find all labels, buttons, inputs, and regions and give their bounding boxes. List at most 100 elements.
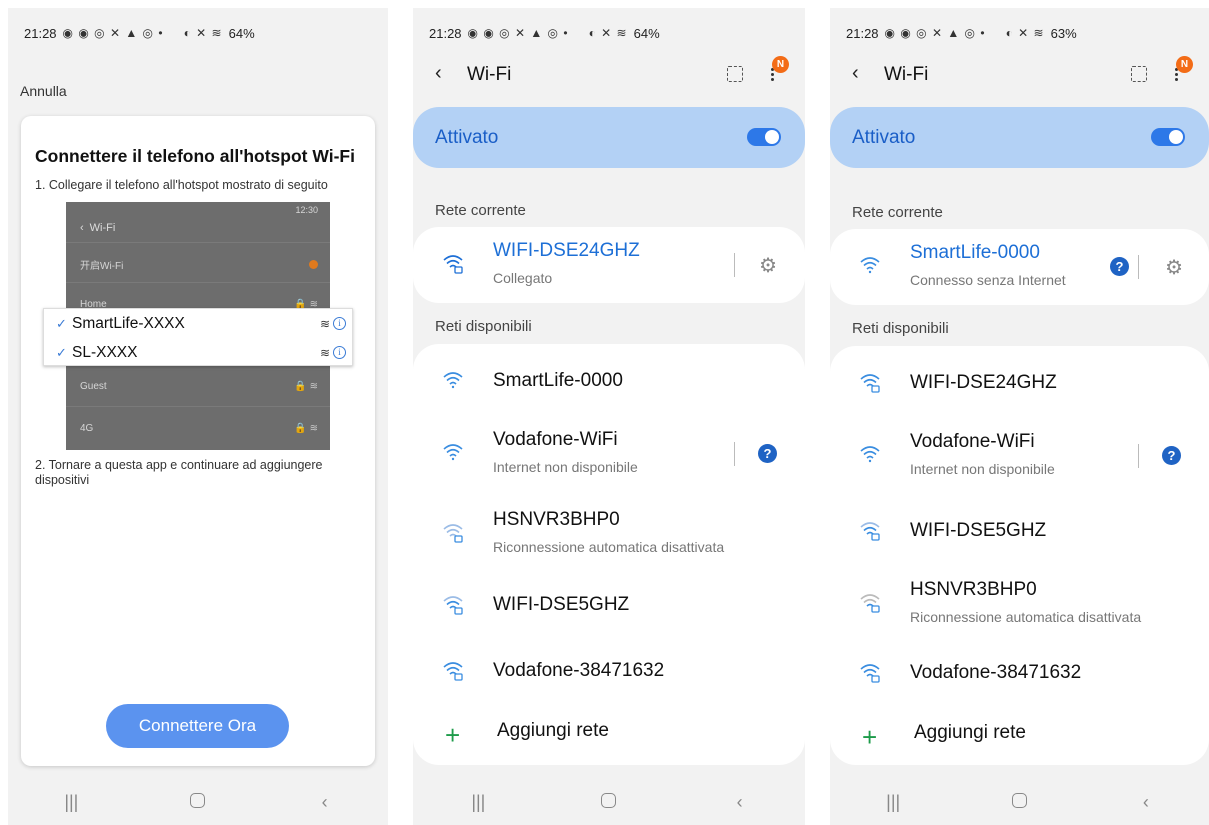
- status-time: 21:28: [846, 25, 879, 41]
- mock-back-icon: ‹: [80, 222, 84, 234]
- network-row[interactable]: WIFI-DSE5GHZ: [413, 568, 805, 644]
- wifi-lock-icon: [860, 522, 880, 541]
- back-chevron-icon[interactable]: ‹: [435, 62, 442, 85]
- available-networks-heading: Reti disponibili: [852, 320, 949, 337]
- wifi-toggle-bar[interactable]: Attivato: [413, 107, 805, 168]
- back-icon[interactable]: ‹: [710, 792, 770, 813]
- info-icon: i: [333, 346, 346, 359]
- wifi-switch[interactable]: [1151, 128, 1185, 146]
- current-network-heading: Rete corrente: [435, 202, 526, 219]
- notification-icons: ◉ ◉ ◎ ✕ ▲ ◎ •: [884, 26, 986, 40]
- mock-wifi-on-row: 开启Wi-Fi: [66, 246, 330, 282]
- qr-scan-icon[interactable]: [1131, 66, 1147, 82]
- mock-guest-row: Guest 🔒 ≋: [66, 368, 330, 404]
- system-nav-bar: ||| ‹: [830, 779, 1209, 825]
- back-chevron-icon[interactable]: ‹: [852, 62, 859, 85]
- mock-4g-row: 4G 🔒 ≋: [66, 410, 330, 446]
- wifi-switch[interactable]: [747, 128, 781, 146]
- network-row[interactable]: Vodafone-WiFi Internet non disponibile ?: [830, 418, 1209, 494]
- page-title: Wi-Fi: [467, 64, 512, 85]
- recent-apps-icon[interactable]: |||: [41, 792, 101, 813]
- network-row[interactable]: SmartLife-0000: [413, 344, 805, 420]
- network-name: WIFI-DSE24GHZ: [493, 240, 640, 261]
- network-status: Riconnessione automatica disattivata: [493, 539, 725, 555]
- network-name: Vodafone-WiFi: [910, 431, 1035, 452]
- battery-level: 64%: [633, 25, 660, 41]
- recent-apps-icon[interactable]: |||: [863, 792, 923, 813]
- notification-badge: N: [1176, 56, 1193, 73]
- network-row[interactable]: Vodafone-WiFi Internet non disponibile ?: [413, 416, 805, 492]
- wifi-toggle-bar[interactable]: Attivato: [830, 107, 1209, 168]
- connect-now-button[interactable]: Connettere Ora: [106, 704, 289, 748]
- network-row[interactable]: Vodafone-38471632: [413, 634, 805, 710]
- step-1-text: 1. Collegare il telefono all'hotspot mos…: [35, 178, 328, 192]
- wifi-icon: ≋: [319, 345, 330, 360]
- network-name: Vodafone-38471632: [493, 660, 665, 681]
- help-icon[interactable]: ?: [758, 444, 777, 463]
- mock-wifi-on-label: 开启Wi-Fi: [80, 260, 124, 272]
- status-bar: 21:28 ◉ ◉ ◎ ✕ ▲ ◎ • ◐ ✕ ≋ 64%: [429, 22, 795, 44]
- network-name: WIFI-DSE5GHZ: [910, 520, 1047, 541]
- recent-apps-icon[interactable]: |||: [448, 792, 508, 813]
- home-icon[interactable]: [579, 792, 639, 813]
- network-name: WIFI-DSE24GHZ: [910, 372, 1057, 393]
- phone-screen-wifi-list-1: 21:28 ◉ ◉ ◎ ✕ ▲ ◎ • ◐ ✕ ≋ 64% ‹ Wi-Fi N …: [413, 8, 805, 825]
- network-status: Internet non disponibile: [493, 459, 638, 475]
- network-row[interactable]: HSNVR3BHP0 Riconnessione automatica disa…: [830, 566, 1209, 642]
- wifi-lock-icon: [860, 664, 880, 683]
- back-icon[interactable]: ‹: [295, 792, 355, 813]
- popup-item-smartlife: ✓ SmartLife-XXXX ≋ i: [44, 309, 352, 338]
- add-network-row[interactable]: + Aggiungi rete: [413, 702, 805, 764]
- wifi-icon: [860, 257, 880, 274]
- cancel-link[interactable]: Annulla: [20, 83, 67, 99]
- network-name: WIFI-DSE5GHZ: [493, 594, 630, 615]
- wifi-lock-icon: [443, 255, 463, 274]
- system-nav-bar: ||| ‹: [413, 779, 805, 825]
- current-network-group: SmartLife-0000 Connesso senza Internet ?…: [830, 229, 1209, 305]
- notification-icons: ◉ ◉ ◎ ✕ ▲ ◎ •: [467, 26, 569, 40]
- network-name: SmartLife-0000: [493, 370, 623, 391]
- mock-lock-wifi-icon: 🔒 ≋: [294, 422, 318, 434]
- help-icon[interactable]: ?: [1162, 446, 1181, 465]
- gear-icon[interactable]: ⚙: [1165, 255, 1183, 280]
- system-nav-bar: ||| ‹: [8, 779, 388, 825]
- current-network-row[interactable]: SmartLife-0000 Connesso senza Internet ?…: [830, 229, 1209, 305]
- current-network-row[interactable]: WIFI-DSE24GHZ Collegato ⚙: [413, 227, 805, 303]
- home-icon[interactable]: [168, 792, 228, 813]
- wifi-icon: [443, 372, 463, 389]
- network-name: HSNVR3BHP0: [910, 579, 1037, 600]
- gear-icon[interactable]: ⚙: [759, 253, 777, 278]
- info-icon: i: [333, 317, 346, 330]
- back-icon[interactable]: ‹: [1116, 792, 1176, 813]
- network-status: Riconnessione automatica disattivata: [910, 609, 1142, 625]
- phone-screen-wifi-list-2: 21:28 ◉ ◉ ◎ ✕ ▲ ◎ • ◐ ✕ ≋ 63% ‹ Wi-Fi N …: [830, 8, 1209, 825]
- status-bar: 21:28 ◉ ◉ ◎ ✕ ▲ ◎ • ◐ ✕ ≋ 63%: [846, 22, 1199, 44]
- home-icon[interactable]: [989, 792, 1049, 813]
- current-network-group: WIFI-DSE24GHZ Collegato ⚙: [413, 227, 805, 303]
- qr-scan-icon[interactable]: [727, 66, 743, 82]
- network-row[interactable]: HSNVR3BHP0 Riconnessione automatica disa…: [413, 496, 805, 572]
- network-row[interactable]: Vodafone-38471632: [830, 636, 1209, 712]
- wifi-icon: ≋: [319, 316, 330, 331]
- network-status: Collegato: [493, 270, 553, 286]
- wifi-icon: [443, 444, 463, 461]
- network-highlight-popup: ✓ SmartLife-XXXX ≋ i ✓ SL-XXXX ≋ i: [43, 308, 353, 366]
- mock-guest-label: Guest: [80, 380, 107, 392]
- wifi-lock-icon: [860, 594, 880, 613]
- popup-item-label: SmartLife-XXXX: [72, 314, 185, 332]
- network-row[interactable]: WIFI-DSE5GHZ: [830, 494, 1209, 570]
- add-network-label: Aggiungi rete: [914, 722, 1026, 743]
- network-name: SmartLife-0000: [910, 242, 1040, 263]
- network-status: Internet non disponibile: [910, 461, 1055, 477]
- help-icon[interactable]: ?: [1110, 257, 1129, 276]
- network-row[interactable]: WIFI-DSE24GHZ: [830, 346, 1209, 422]
- status-time: 21:28: [429, 25, 462, 41]
- page-title: Wi-Fi: [884, 64, 929, 85]
- toggle-label: Attivato: [852, 127, 916, 148]
- add-network-row[interactable]: + Aggiungi rete: [830, 704, 1209, 764]
- mock-4g-label: 4G: [80, 422, 94, 434]
- status-icons: ◐ ✕ ≋: [1005, 26, 1045, 40]
- available-networks-group: WIFI-DSE24GHZ Vodafone-WiFi Internet non…: [830, 346, 1209, 765]
- network-name: HSNVR3BHP0: [493, 509, 620, 530]
- wifi-header: ‹ Wi-Fi N: [830, 56, 1209, 96]
